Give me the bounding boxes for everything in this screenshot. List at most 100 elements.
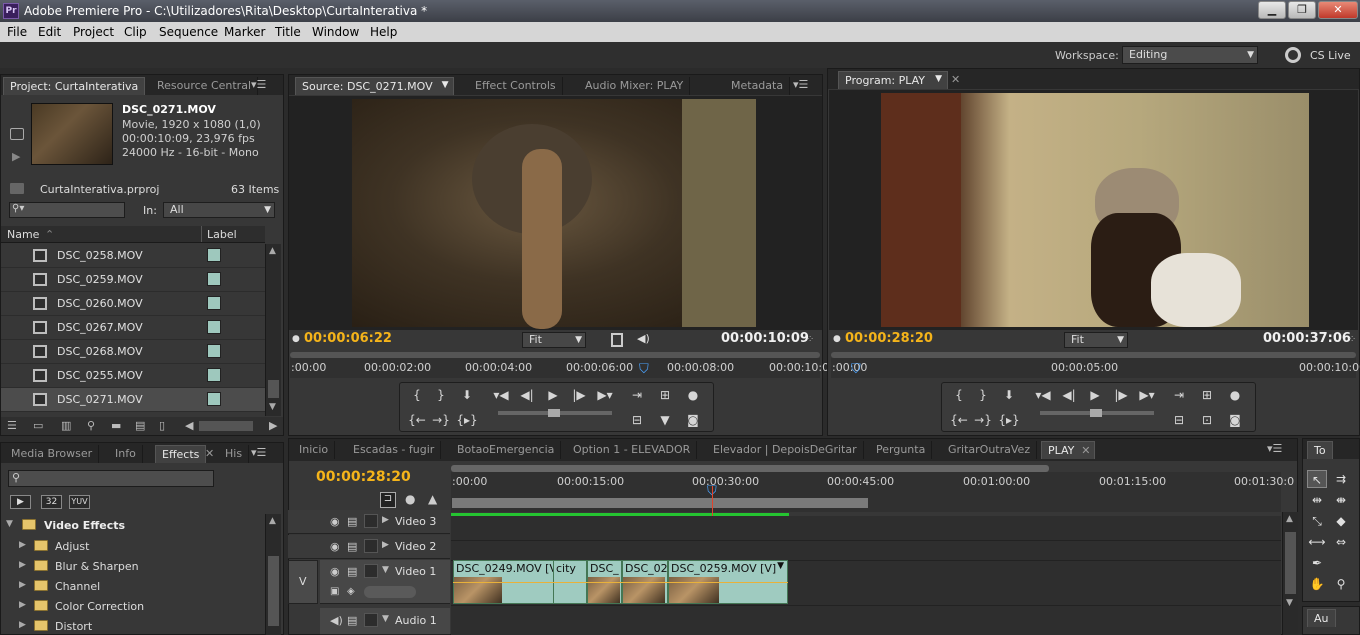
keyframe-icon[interactable]: ◈ [347,586,355,597]
menu-window[interactable]: Window [312,25,359,39]
lift-icon[interactable]: ⇥ [1168,386,1190,404]
menu-edit[interactable]: Edit [38,25,61,39]
new-bin-icon[interactable]: ▬ [111,419,121,432]
scroll-thumb[interactable] [268,380,279,398]
go-to-out-icon[interactable]: →} [430,411,452,429]
lock-toggle[interactable] [364,514,378,528]
filmstrip-icon[interactable] [611,333,623,347]
expand-down-icon[interactable]: ▼ [382,614,389,624]
track-select-tool-icon[interactable]: ⇉ [1331,470,1351,488]
selection-tool-icon[interactable]: ↖ [1307,470,1327,488]
program-fit-select[interactable]: Fit ▼ [1064,332,1128,348]
settings-icon[interactable]: ⁘ [1348,334,1356,345]
target-track-v[interactable]: V [288,560,318,604]
camera-icon[interactable]: ◙ [1224,411,1246,429]
panel-menu-icon[interactable]: ▾☰ [251,446,266,459]
tab-info[interactable]: Info [109,445,143,463]
scroll-down-icon[interactable]: ▼ [1286,598,1293,608]
export-frame-icon[interactable]: ● [1224,386,1246,404]
slide-tool-icon[interactable]: ⇔ [1331,533,1351,551]
scroll-up-icon[interactable]: ▲ [269,246,276,256]
panel-menu-icon[interactable]: ▾☰ [793,78,808,91]
tab-effect-controls[interactable]: Effect Controls [469,77,563,95]
scroll-up-icon[interactable]: ▲ [269,516,276,526]
source-ruler[interactable]: :00:00 00:00:02:00 00:00:04:00 00:00:06:… [290,358,829,378]
chevron-down-icon[interactable]: ▼ [777,561,784,571]
zoom-tool-icon[interactable]: ⚲ [1331,575,1351,593]
keyframe-nav[interactable] [364,586,416,598]
insert-icon[interactable]: ⇥ [626,386,648,404]
overwrite-icon[interactable]: ▼ [654,411,676,429]
source-current-timecode[interactable]: 00:00:06:22 [304,331,392,346]
trim-icon[interactable]: ⊟ [1168,411,1190,429]
menu-project[interactable]: Project [73,25,114,39]
list-item[interactable]: DSC_0258.MOV [1,244,265,268]
effects-folder[interactable]: ▶ Adjust [1,537,265,557]
eye-icon[interactable]: ◉ [330,515,340,528]
tab-source[interactable]: Source: DSC_0271.MOV ▼ [295,77,454,95]
menu-marker[interactable]: Marker [224,25,265,39]
label-swatch[interactable] [207,344,221,358]
timeline-zoom-bar[interactable] [451,465,1049,472]
effects-folder[interactable]: ▶ Channel [1,577,265,597]
list-item[interactable]: DSC_0260.MOV [1,292,265,316]
expand-right-icon[interactable]: ▶ [382,515,389,525]
marker-icon[interactable]: ● [405,492,415,506]
safe-margins-icon[interactable]: ⊞ [654,386,676,404]
minimize-button[interactable]: ▁ [1258,1,1286,19]
playhead-icon[interactable]: ⛉ [851,362,861,377]
hand-tool-icon[interactable]: ✋ [1307,575,1327,593]
effects-root-folder[interactable]: ▼ Video Effects [1,516,265,536]
label-swatch[interactable] [207,248,221,262]
effects-folder[interactable]: ▶ Blur & Sharpen [1,557,265,577]
panel-menu-icon[interactable]: ▾☰ [251,78,266,91]
tab-audio-meters[interactable]: Au [1307,609,1336,627]
menu-title[interactable]: Title [275,25,301,39]
play-icon[interactable]: ▶ [542,386,564,404]
close-icon[interactable]: ✕ [1081,444,1090,457]
list-item[interactable]: DSC_0255.MOV [1,364,265,388]
tab-sequence-botao[interactable]: BotaoEmergencia [451,441,562,459]
tab-sequence-play[interactable]: PLAY ✕ [1041,441,1096,459]
work-area-bar[interactable] [452,498,868,508]
expand-right-icon[interactable]: ▶ [19,600,26,610]
tab-project[interactable]: Project: CurtaInterativa [3,77,146,95]
expand-right-icon[interactable]: ▶ [19,620,26,630]
step-back-icon[interactable]: ◀| [1058,386,1080,404]
expand-right-icon[interactable]: ▶ [19,540,26,550]
column-label-header[interactable]: Label [207,228,237,241]
workspace-select[interactable]: Editing ▼ [1122,46,1258,64]
close-icon[interactable]: ✕ [951,73,960,86]
tab-program[interactable]: Program: PLAY ▼ [838,71,949,89]
set-encore-marker-icon[interactable]: ▲ [428,492,437,506]
tab-resource-central[interactable]: Resource Central [151,77,258,95]
timeline-ruler[interactable]: :00:00 00:00:15:00 00:00:30:00 00:00:45:… [451,472,1294,512]
expand-down-icon[interactable]: ▼ [382,565,389,575]
list-item[interactable]: DSC_0268.MOV [1,340,265,364]
filmstrip-icon[interactable]: ▤ [347,565,357,578]
tab-media-browser[interactable]: Media Browser [5,445,100,463]
tab-sequence-elevador[interactable]: Elevador | DepoisDeGritar [707,441,864,459]
step-forward-icon[interactable]: |▶ [1110,386,1132,404]
trash-icon[interactable]: ▯ [159,419,165,432]
speaker-icon[interactable]: ◀) [330,614,343,627]
lock-toggle[interactable] [364,539,378,553]
scroll-thumb[interactable] [1285,532,1296,594]
icon-view-icon[interactable]: ▭ [33,419,43,432]
32bit-effects-badge[interactable]: 32 [41,495,62,509]
tab-sequence-option1[interactable]: Option 1 - ELEVADOR [567,441,698,459]
playhead-icon[interactable]: ⛉ [639,362,649,377]
slip-tool-icon[interactable]: ⟷ [1307,533,1327,551]
filmstrip-icon[interactable]: ▤ [347,540,357,553]
go-to-next-edit-icon[interactable]: ▶▾ [1136,386,1158,404]
label-swatch[interactable] [207,368,221,382]
source-fit-select[interactable]: Fit ▼ [522,332,586,348]
accelerated-effects-icon[interactable]: ▶ [10,495,31,509]
rate-stretch-tool-icon[interactable]: ⤡ [1307,512,1327,530]
automate-icon[interactable]: ▥ [61,419,71,432]
safe-margins-icon[interactable]: ⊞ [1196,386,1218,404]
scroll-down-icon[interactable]: ▼ [269,402,276,412]
new-item-icon[interactable]: ▤ [135,419,145,432]
scroll-thumb[interactable] [268,556,279,626]
timeline-scrollbar[interactable]: ▲ ▼ [1282,512,1298,635]
